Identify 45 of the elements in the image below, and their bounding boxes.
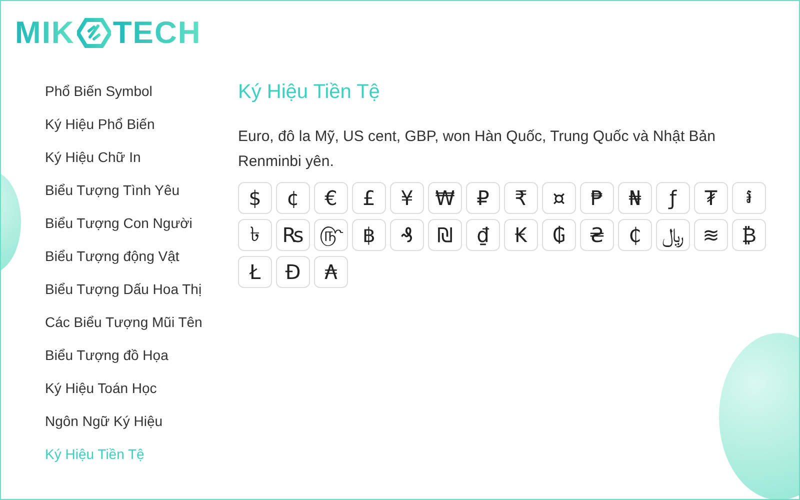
symbol-button[interactable]: ¤ — [542, 182, 576, 214]
sidebar-link[interactable]: Biểu Tượng động Vật — [45, 246, 238, 279]
symbol-button[interactable]: € — [314, 182, 348, 214]
sidebar-link[interactable]: Biểu Tượng Con Người — [45, 213, 238, 246]
symbol-button[interactable]: ₿ — [732, 219, 766, 251]
symbol-button[interactable]: ₦ — [618, 182, 652, 214]
section-title: Ký Hiệu Tiền Tệ — [238, 81, 381, 104]
symbol-button[interactable]: ₴ — [580, 219, 614, 251]
symbol-button[interactable]: ៛ — [732, 182, 766, 214]
sidebar-link[interactable]: Ký Hiệu Toán Học — [45, 378, 238, 411]
sidebar-link[interactable]: Biểu Tượng Dấu Hoa Thị — [45, 279, 238, 312]
symbol-button[interactable]: ≋ — [694, 219, 728, 251]
symbol-button[interactable]: ₩ — [428, 182, 462, 214]
symbol-button[interactable]: ₵ — [618, 219, 652, 251]
symbol-button[interactable]: Ł — [238, 256, 272, 288]
symbol-button[interactable]: £ — [352, 182, 386, 214]
symbol-button[interactable]: $ — [238, 182, 272, 214]
symbol-button[interactable]: ₹ — [504, 182, 538, 214]
symbol-button[interactable]: ৳ — [238, 219, 272, 251]
section-description: Euro, đô la Mỹ, US cent, GBP, won Hàn Quốc, Trung Quốc và Nhật Bản Renminbi yên. — [238, 127, 716, 172]
hexagon-logo-icon — [76, 18, 111, 48]
sidebar-link[interactable]: Các Biểu Tượng Mũi Tên — [45, 312, 238, 345]
symbol-button[interactable]: ₮ — [694, 182, 728, 214]
symbol-button[interactable]: ƒ — [656, 182, 690, 214]
symbol-button[interactable]: ﷼ — [656, 219, 690, 251]
symbol-button[interactable]: ௹ — [314, 219, 348, 251]
sidebar-link[interactable]: Phổ Biến Symbol — [45, 81, 238, 114]
symbol-button[interactable]: ₫ — [466, 219, 500, 251]
sidebar-link[interactable]: Ngôn Ngữ Ký Hiệu — [45, 411, 238, 444]
symbol-button[interactable]: ₭ — [504, 219, 538, 251]
sidebar-link[interactable]: Biểu Tượng Tình Yêu — [45, 180, 238, 213]
symbol-button[interactable]: ฿ — [352, 219, 386, 251]
symbol-button[interactable]: ₨ — [276, 219, 310, 251]
symbol-button[interactable]: ₱ — [580, 182, 614, 214]
symbol-button[interactable]: ₽ — [466, 182, 500, 214]
symbol-button[interactable]: ₪ — [428, 219, 462, 251]
symbol-button[interactable]: ₰ — [390, 219, 424, 251]
symbol-button[interactable]: ¢ — [276, 182, 310, 214]
sidebar-link[interactable]: Ký Hiệu Phổ Biến — [45, 114, 238, 147]
symbol-button[interactable]: ₳ — [314, 256, 348, 288]
symbol-button[interactable]: ¥ — [390, 182, 424, 214]
symbol-button[interactable]: Đ — [276, 256, 310, 288]
sidebar-link[interactable]: Biểu Tượng đồ Họa — [45, 345, 238, 378]
symbol-button[interactable]: ₲ — [542, 219, 576, 251]
sidebar-link[interactable]: Ký Hiệu Chữ In — [45, 147, 238, 180]
